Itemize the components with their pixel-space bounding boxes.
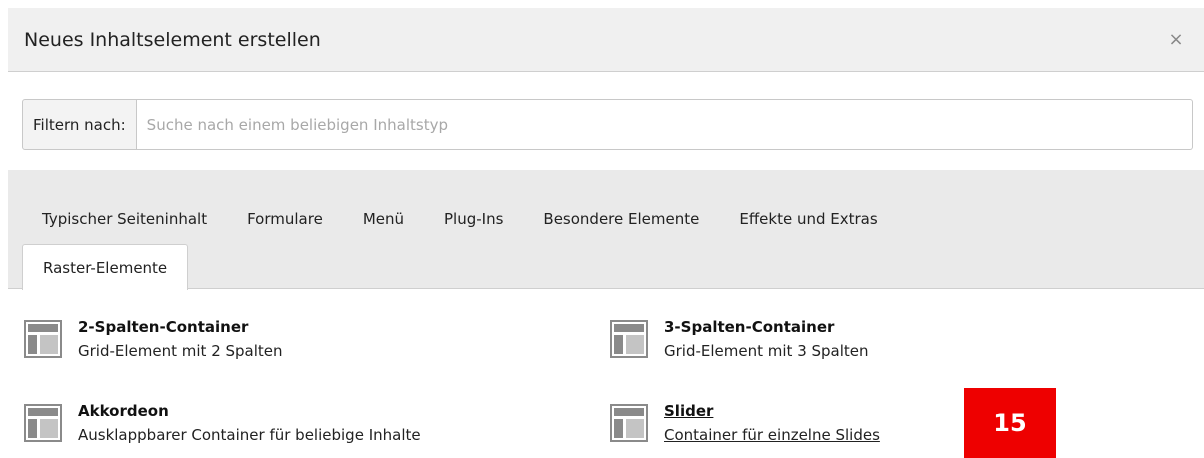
item-description: Grid-Element mit 3 Spalten bbox=[664, 342, 869, 360]
item-title: Akkordeon bbox=[78, 402, 169, 420]
filter-input[interactable] bbox=[136, 99, 1193, 150]
filter-row: Filtern nach: bbox=[22, 99, 1193, 150]
tab-formulare[interactable]: Formulare bbox=[227, 204, 343, 234]
list-item[interactable]: Slider Container für einzelne Slides bbox=[610, 400, 880, 448]
list-item-text: 3-Spalten-Container Grid-Element mit 3 S… bbox=[664, 316, 869, 364]
item-description: Grid-Element mit 2 Spalten bbox=[78, 342, 283, 360]
item-description: Ausklappbarer Container für beliebige In… bbox=[78, 426, 421, 444]
tab-bar: Typischer Seiteninhalt Formulare Menü Pl… bbox=[8, 170, 1204, 290]
item-description: Container für einzelne Slides bbox=[664, 426, 880, 444]
list-item[interactable]: 3-Spalten-Container Grid-Element mit 3 S… bbox=[610, 316, 869, 364]
tab-typischer-seiteninhalt[interactable]: Typischer Seiteninhalt bbox=[22, 204, 227, 234]
step-number-badge: 15 bbox=[964, 388, 1056, 458]
filter-label: Filtern nach: bbox=[22, 99, 137, 150]
list-item-text: Slider Container für einzelne Slides bbox=[664, 400, 880, 448]
list-item[interactable]: Akkordeon Ausklappbarer Container für be… bbox=[24, 400, 421, 448]
grid-layout-icon bbox=[24, 320, 62, 358]
item-title: Slider bbox=[664, 402, 714, 420]
tab-besondere-elemente[interactable]: Besondere Elemente bbox=[523, 204, 719, 234]
dialog-header: Neues Inhaltselement erstellen × bbox=[8, 8, 1204, 72]
tab-plug-ins[interactable]: Plug-Ins bbox=[424, 204, 523, 234]
dialog-title: Neues Inhaltselement erstellen bbox=[24, 28, 321, 51]
tab-row: Typischer Seiteninhalt Formulare Menü Pl… bbox=[22, 204, 898, 234]
item-title: 3-Spalten-Container bbox=[664, 318, 835, 336]
tab-menu[interactable]: Menü bbox=[343, 204, 424, 234]
item-title: 2-Spalten-Container bbox=[78, 318, 249, 336]
list-item-text: Akkordeon Ausklappbarer Container für be… bbox=[78, 400, 421, 448]
tab-effekte-und-extras[interactable]: Effekte und Extras bbox=[719, 204, 897, 234]
tab-raster-elemente[interactable]: Raster-Elemente bbox=[22, 244, 189, 290]
grid-layout-icon bbox=[610, 404, 648, 442]
grid-layout-icon bbox=[610, 320, 648, 358]
list-item[interactable]: 2-Spalten-Container Grid-Element mit 2 S… bbox=[24, 316, 283, 364]
list-item-text: 2-Spalten-Container Grid-Element mit 2 S… bbox=[78, 316, 283, 364]
grid-layout-icon bbox=[24, 404, 62, 442]
close-icon[interactable]: × bbox=[1166, 30, 1186, 50]
